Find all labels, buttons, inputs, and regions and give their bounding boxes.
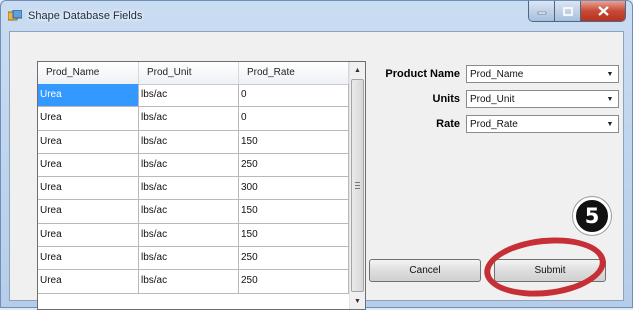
table-cell[interactable]: Urea — [38, 247, 139, 271]
table-cell[interactable]: Urea — [38, 270, 139, 294]
table-cell[interactable]: 250 — [239, 247, 349, 271]
grip-line — [355, 185, 360, 186]
grid-body: Urea lbs/ac 0 Urea lbs/ac 0 Urea lbs/ac … — [38, 84, 349, 294]
table-row[interactable]: Urea lbs/ac 0 — [38, 84, 349, 108]
product-name-label: Product Name — [385, 68, 460, 80]
grip-line — [355, 182, 360, 183]
table-cell[interactable]: 300 — [239, 177, 349, 201]
step-number-badge: 5 — [573, 197, 611, 235]
product-name-dropdown[interactable]: Prod_Name ▼ — [466, 65, 619, 83]
table-cell[interactable]: 250 — [239, 153, 349, 178]
table-cell[interactable]: Urea — [38, 200, 139, 224]
table-cell[interactable]: lbs/ac — [139, 200, 239, 224]
table-cell[interactable]: lbs/ac — [139, 130, 239, 154]
maximize-icon — [562, 6, 573, 16]
title-bar[interactable]: Shape Database Fields — [1, 1, 632, 31]
fields-data-grid[interactable]: Prod_Name Prod_Unit Prod_Rate Urea lbs/a… — [37, 61, 366, 310]
units-label: Units — [432, 93, 461, 105]
table-cell[interactable]: Urea — [38, 223, 139, 248]
table-row[interactable]: Urea lbs/ac 300 — [38, 177, 349, 201]
rate-dropdown[interactable]: Prod_Rate ▼ — [466, 115, 619, 133]
rate-label: Rate — [436, 118, 460, 130]
table-cell[interactable]: lbs/ac — [139, 223, 239, 248]
column-header-prod-name[interactable]: Prod_Name — [38, 62, 139, 84]
table-cell[interactable]: lbs/ac — [139, 84, 239, 108]
dropdown-arrow-icon[interactable]: ▼ — [602, 66, 618, 82]
column-header-prod-rate[interactable]: Prod_Rate — [239, 62, 349, 84]
table-cell[interactable]: 0 — [239, 107, 349, 131]
dropdown-arrow-icon[interactable]: ▼ — [602, 91, 618, 107]
table-row[interactable]: Urea lbs/ac 150 — [38, 200, 349, 224]
table-cell[interactable]: lbs/ac — [139, 177, 239, 201]
table-cell[interactable]: Urea — [38, 107, 139, 131]
caption-buttons — [528, 1, 626, 22]
units-dropdown[interactable]: Prod_Unit ▼ — [466, 90, 619, 108]
window-title: Shape Database Fields — [28, 10, 143, 22]
table-cell[interactable]: lbs/ac — [139, 153, 239, 178]
close-button[interactable] — [581, 1, 625, 21]
table-cell[interactable]: Urea — [38, 153, 139, 178]
table-cell[interactable]: Urea — [38, 177, 139, 201]
column-header-prod-unit[interactable]: Prod_Unit — [139, 62, 239, 84]
table-cell[interactable]: 250 — [239, 270, 349, 294]
table-row[interactable]: Urea lbs/ac 250 — [38, 270, 349, 294]
scroll-up-icon[interactable]: ▲ — [350, 62, 365, 78]
maximize-button[interactable] — [555, 1, 581, 21]
table-cell[interactable]: Urea — [38, 130, 139, 154]
table-cell[interactable]: 150 — [239, 223, 349, 248]
table-cell[interactable]: lbs/ac — [139, 270, 239, 294]
rate-value: Prod_Rate — [470, 119, 518, 130]
units-value: Prod_Unit — [470, 94, 515, 105]
table-row[interactable]: Urea lbs/ac 0 — [38, 107, 349, 131]
minimize-icon — [537, 11, 546, 15]
table-cell[interactable]: 150 — [239, 130, 349, 154]
scroll-down-icon[interactable]: ▼ — [350, 293, 365, 309]
grid-header: Prod_Name Prod_Unit Prod_Rate — [38, 62, 349, 85]
cancel-button[interactable]: Cancel — [369, 259, 481, 282]
grip-line — [355, 188, 360, 189]
table-cell[interactable]: lbs/ac — [139, 107, 239, 131]
app-icon — [8, 10, 22, 21]
product-name-value: Prod_Name — [470, 69, 524, 80]
table-cell[interactable]: Urea — [38, 84, 139, 108]
table-cell[interactable]: 0 — [239, 84, 349, 108]
table-row[interactable]: Urea lbs/ac 250 — [38, 247, 349, 271]
table-row[interactable]: Urea lbs/ac 250 — [38, 153, 349, 178]
table-cell[interactable]: 150 — [239, 200, 349, 224]
close-icon — [597, 6, 609, 16]
dropdown-arrow-icon[interactable]: ▼ — [602, 116, 618, 132]
minimize-button[interactable] — [529, 1, 555, 21]
table-row[interactable]: Urea lbs/ac 150 — [38, 223, 349, 248]
scrollbar-thumb[interactable] — [351, 79, 364, 292]
table-cell[interactable]: lbs/ac — [139, 247, 239, 271]
grid-vertical-scrollbar[interactable]: ▲ ▼ — [349, 62, 365, 309]
table-row[interactable]: Urea lbs/ac 150 — [38, 130, 349, 154]
